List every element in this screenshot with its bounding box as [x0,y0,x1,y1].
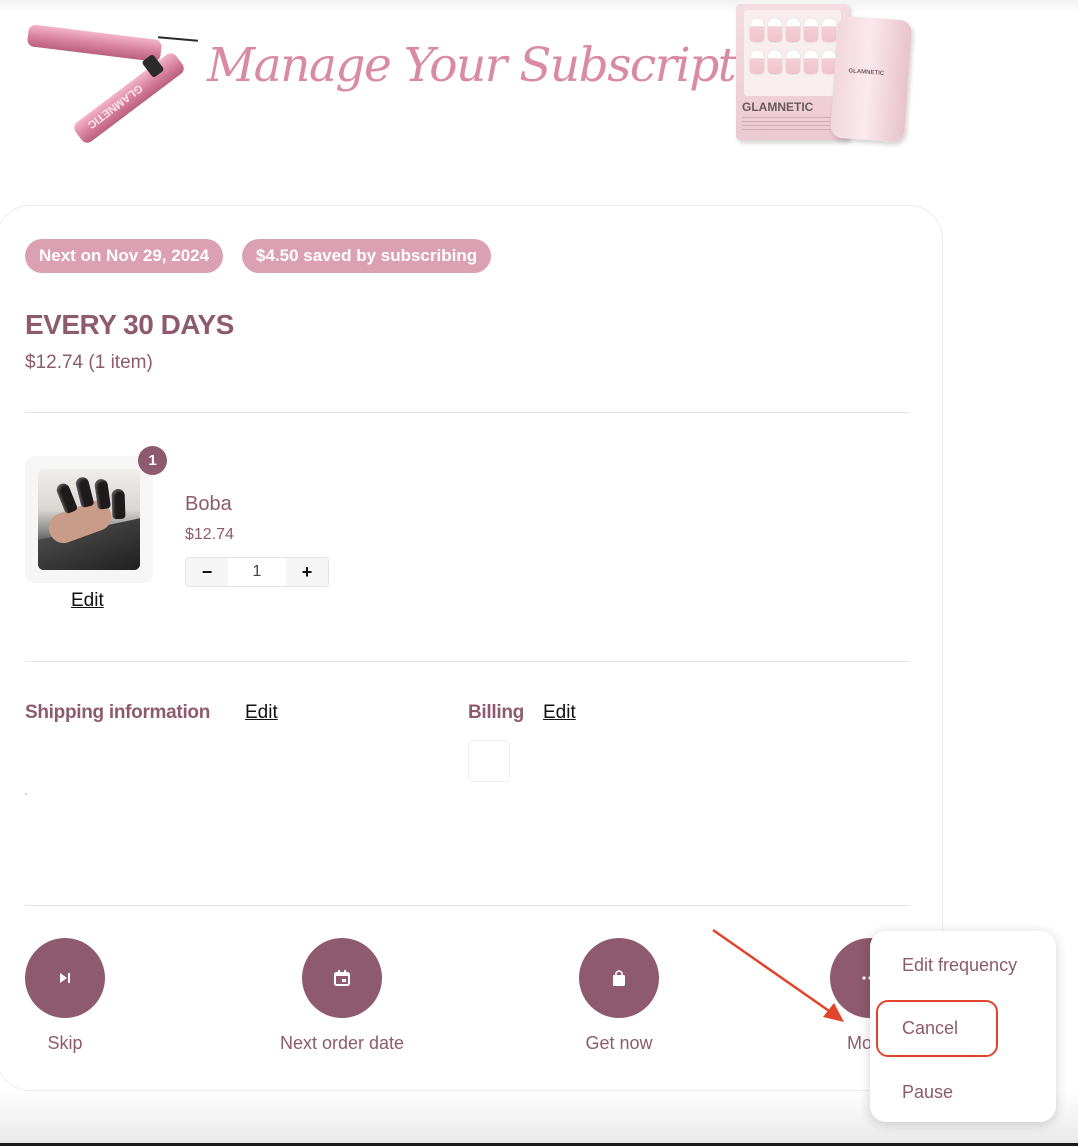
skip-next-icon [60,973,70,983]
nail [804,50,818,74]
divider [25,905,910,906]
increase-quantity-button[interactable]: + [286,558,328,586]
edit-item-link[interactable]: Edit [71,590,104,612]
bottle-brand-label: GLAMNETIC [848,68,885,77]
next-date-pill: Next on Nov 29, 2024 [25,239,224,273]
decrease-quantity-button[interactable]: − [186,558,228,586]
nail [750,50,764,74]
edit-billing-link[interactable]: Edit [543,702,576,724]
shopping-bag-icon [613,970,625,986]
product-image [38,469,140,570]
pen-brand-label: GLAMNETIC [85,81,145,131]
get-now-button[interactable] [579,938,659,1018]
skip-button[interactable] [25,938,105,1018]
nail [786,50,800,74]
image-nail [93,478,112,510]
image-nail [54,481,79,515]
edit-shipping-link[interactable]: Edit [245,702,278,724]
quantity-badge: 1 [138,446,167,475]
nail [750,18,764,42]
next-order-date-button[interactable] [302,938,382,1018]
quantity-input[interactable]: 1 [228,558,286,586]
quantity-stepper: − 1 + [185,557,329,587]
divider [25,412,910,413]
eyeliner-pen-image-2: GLAMNETIC [71,50,187,146]
image-nail [111,488,126,520]
subscription-total: $12.74 (1 item) [25,352,153,373]
nail [804,18,818,42]
shipping-address-placeholder [25,793,27,795]
page-title: Manage Your Subscriptions [207,38,828,93]
product-name: Boba [185,493,232,515]
cancel-highlight-annotation [876,1000,998,1057]
skip-label: Skip [47,1033,83,1053]
savings-pill: $4.50 saved by subscribing [242,239,492,273]
payment-card-icon [468,740,510,782]
billing-label: Billing [468,702,524,723]
banner: GLAMNETIC Manage Your Subscriptions GLAM… [0,0,1078,160]
eyeliner-pen-image [26,24,163,63]
nail [822,18,836,42]
next-order-date-label: Next order date [279,1033,405,1053]
nail [786,18,800,42]
product-thumbnail[interactable] [25,456,153,583]
eyeliner-tip [157,36,199,42]
shipping-information-label: Shipping information [25,702,211,723]
product-price: $12.74 [185,526,234,543]
get-now-label: Get now [585,1033,653,1053]
edit-frequency-menu-item[interactable]: Edit frequency [902,955,1017,976]
divider [25,661,910,662]
box-brand-label: GLAMNETIC [742,100,814,114]
image-nail [74,475,95,509]
nail [768,50,782,74]
box-fine-print [742,117,840,131]
calendar-icon [334,970,350,986]
nail-glue-bottle-image: GLAMNETIC [829,15,913,143]
pause-menu-item[interactable]: Pause [902,1082,953,1103]
more-label: Mo [847,1033,873,1053]
frequency-title: EVERY 30 DAYS [25,309,234,340]
nail [768,18,782,42]
nail-tray [744,10,841,96]
